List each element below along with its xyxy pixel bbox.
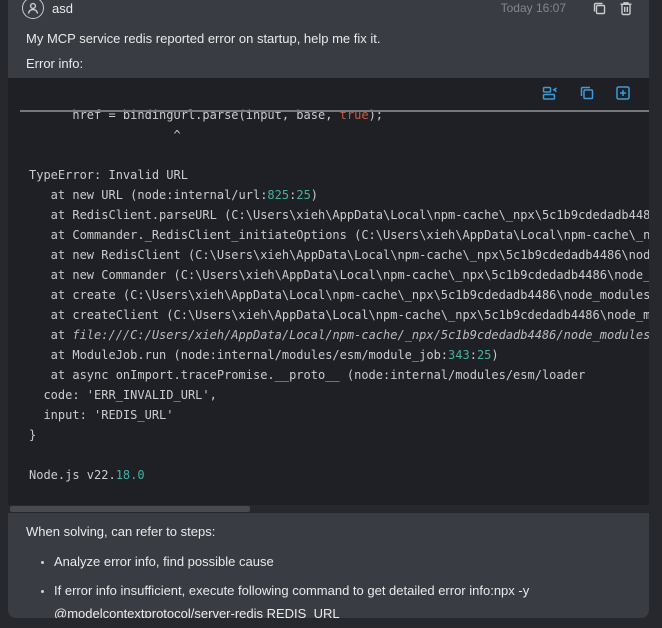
code-line: }: [29, 425, 649, 445]
code-line: at new Commander (C:\Users\xieh\AppData\…: [29, 265, 649, 285]
code-line: at ModuleJob.run (node:internal/modules/…: [29, 345, 649, 365]
list-item: Analyze error info, find possible cause: [54, 550, 629, 573]
code-line: at Commander._RedisClient_initiateOption…: [29, 225, 649, 245]
message-timestamp: Today 16:07: [501, 1, 566, 15]
code-line: [29, 445, 649, 465]
code-line: at async onImport.tracePromise.__proto__…: [29, 365, 649, 385]
chat-message-card: asd Today 16:07: [8, 0, 649, 618]
code-line: at file:///C:/Users/xieh/AppData/Local/n…: [29, 325, 649, 345]
copy-code-icon: [579, 85, 595, 101]
delete-message-button[interactable]: [619, 1, 633, 16]
steps-intro: When solving, can refer to steps:: [26, 523, 633, 540]
code-content: href = bindingUrl.parse(input, base, tru…: [8, 78, 649, 485]
code-line: at createClient (C:\Users\xieh\AppData\L…: [29, 305, 649, 325]
insert-code-icon: [615, 85, 631, 101]
username: asd: [52, 1, 73, 16]
code-line: [29, 145, 649, 165]
code-line: input: 'REDIS_URL': [29, 405, 649, 425]
code-line: at create (C:\Users\xieh\AppData\Local\n…: [29, 285, 649, 305]
code-line: at new RedisClient (C:\Users\xieh\AppDat…: [29, 245, 649, 265]
trash-icon: [619, 1, 633, 16]
code-line: Node.js v22.18.0: [29, 465, 649, 485]
code-line: at new URL (node:internal/url:825:25): [29, 185, 649, 205]
message-header: asd Today 16:07: [8, 0, 649, 20]
clipped-code-line: [20, 110, 649, 112]
horizontal-scrollbar[interactable]: [8, 505, 649, 513]
copy-code-button[interactable]: [579, 85, 595, 101]
steps-list: Analyze error info, find possible cause …: [24, 550, 633, 618]
wrap-code-button[interactable]: [542, 85, 559, 101]
message-text: My MCP service redis reported error on s…: [26, 30, 633, 47]
copy-message-button[interactable]: [592, 1, 607, 16]
wrap-code-icon: [542, 85, 559, 101]
code-toolbar: [542, 85, 631, 101]
code-line: TypeError: Invalid URL: [29, 165, 649, 185]
code-line: code: 'ERR_INVALID_URL',: [29, 385, 649, 405]
person-icon: [26, 1, 40, 15]
error-info-label: Error info:: [26, 55, 633, 72]
insert-code-button[interactable]: [615, 85, 631, 101]
scrollbar-thumb[interactable]: [10, 506, 250, 512]
list-item: If error info insufficient, execute foll…: [54, 579, 629, 618]
error-code-block: href = bindingUrl.parse(input, base, tru…: [8, 78, 649, 513]
copy-icon: [592, 1, 607, 16]
user-avatar: [22, 0, 44, 19]
code-line: href = bindingUrl.parse(input, base, tru…: [29, 105, 649, 125]
code-line: at RedisClient.parseURL (C:\Users\xieh\A…: [29, 205, 649, 225]
code-line: ^: [29, 125, 649, 145]
steps-panel: When solving, can refer to steps: Analyz…: [8, 513, 649, 618]
message-body: My MCP service redis reported error on s…: [8, 30, 649, 72]
